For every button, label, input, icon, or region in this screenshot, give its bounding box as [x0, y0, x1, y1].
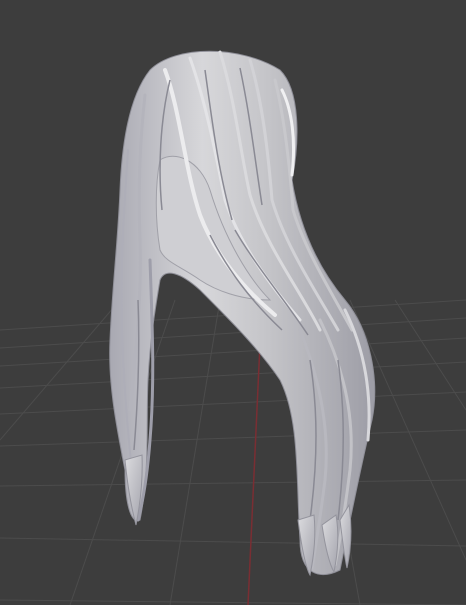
- viewport-scene[interactable]: [0, 0, 466, 605]
- floor-grid: [0, 299, 466, 605]
- 3d-viewport[interactable]: [0, 0, 466, 605]
- hair-crown: [109, 50, 376, 575]
- hair-mesh[interactable]: [109, 50, 376, 577]
